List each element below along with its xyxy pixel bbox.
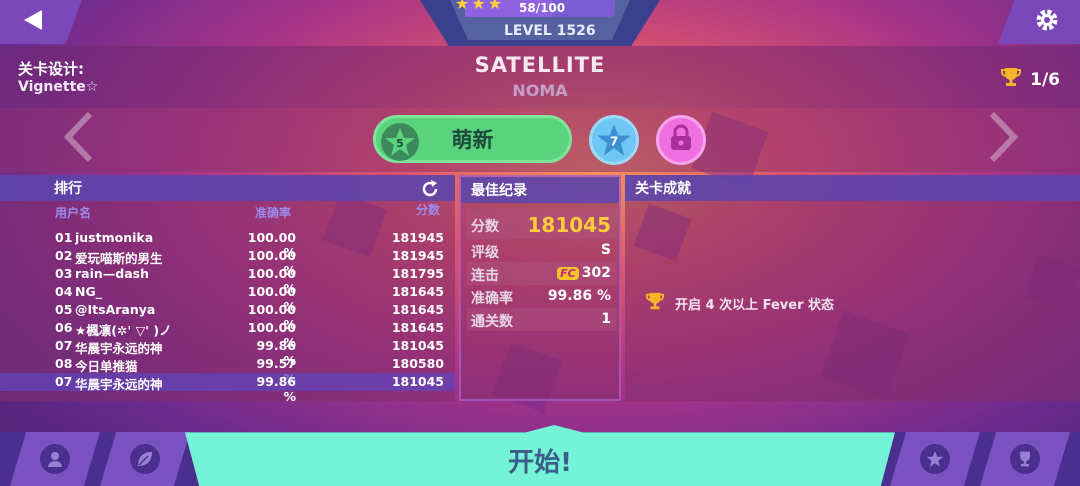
rank-score: 181045 <box>391 338 444 353</box>
designer-label: 关卡设计: <box>18 60 84 78</box>
fc-badge: FC <box>557 267 579 280</box>
best-grade-label: 评级 <box>471 245 499 261</box>
ranking-row[interactable]: 07 华晨宇永远的神 99.86 % 181045 <box>0 337 455 368</box>
rank-accuracy: 99.86 % <box>256 374 296 404</box>
rank-username: @ItsAranya <box>75 302 156 317</box>
ranking-row-mine[interactable]: 07 华晨宇永远的神 99.86 % 181045 <box>0 373 455 404</box>
rank-number: 04 <box>55 284 73 299</box>
col-accuracy: 准确率 <box>255 206 292 220</box>
start-button[interactable]: 开始! <box>185 425 895 486</box>
col-score: 分数 <box>416 203 441 217</box>
song-title: SATELLITE <box>474 53 606 77</box>
ranking-list[interactable]: 01 justmonika 100.00 % 181945 02 爱玩喵斯的男生 100.0… <box>0 229 455 404</box>
trophy-counter: 1/6 <box>1000 66 1060 93</box>
best-grade-value: S <box>600 242 611 258</box>
song-artist: NOMA <box>512 81 568 100</box>
next-level-button[interactable] <box>986 110 1020 175</box>
rank-number: 01 <box>55 230 73 245</box>
rank-score: 181045 <box>391 374 444 389</box>
achievement-text: 开启 4 次以上 Fever 状态 <box>675 297 835 313</box>
achievement-item: 开启 4 次以上 Fever 状态 <box>645 290 834 316</box>
rank-score: 180580 <box>391 356 444 371</box>
ranking-row[interactable]: 03 rain—dash 100.00 % 181795 <box>0 265 455 296</box>
achievement-trophy-icon <box>645 290 665 316</box>
settings-button[interactable] <box>998 0 1080 44</box>
rank-number: 02 <box>55 248 73 263</box>
best-combo-row: 连击 FC 302 <box>467 262 617 285</box>
rank-score: 181945 <box>391 230 444 245</box>
best-clear-row: 通关数 1 <box>467 308 617 331</box>
best-clear-label: 通关数 <box>471 314 513 330</box>
rank-username: NG_ <box>75 284 102 299</box>
designer-name[interactable]: Vignette☆ <box>18 79 98 95</box>
trophy-tab-icon <box>1010 444 1040 474</box>
best-clear-value: 1 <box>601 311 611 327</box>
rank-score: 181945 <box>391 248 444 263</box>
best-acc-row: 准确率 99.86 % <box>467 285 617 308</box>
ranking-row[interactable]: 04 NG_ 100.00 % 181645 <box>0 283 455 314</box>
rank-number: 08 <box>55 356 73 371</box>
ranking-columns: 用户名 准确率 分数 <box>0 203 455 220</box>
ranking-row[interactable]: 02 爱玩喵斯的男生 100.00 % 181945 <box>0 247 455 278</box>
rank-number: 07 <box>55 338 73 353</box>
rank-score: 181645 <box>391 302 444 317</box>
achievements-panel: 关卡成就 <box>625 175 1080 401</box>
rank-username: 华晨宇永远的神 <box>75 377 163 392</box>
trophy-count: 1/6 <box>1030 69 1060 90</box>
star-icon <box>920 444 950 474</box>
level-text: LEVEL 1526 <box>504 23 596 39</box>
rank-number: 03 <box>55 266 73 281</box>
leaf-icon <box>130 444 160 474</box>
difficulty-easy-button[interactable]: 5 萌新 <box>373 115 572 163</box>
col-user: 用户名 <box>55 206 92 220</box>
best-combo-number: 302 <box>581 265 611 281</box>
gear-icon <box>1035 8 1059 36</box>
best-acc-label: 准确率 <box>471 291 513 307</box>
best-score-row: 分数 181045 <box>467 209 617 239</box>
best-combo-value: FC 302 <box>557 265 611 281</box>
rank-score: 181645 <box>391 284 444 299</box>
prev-level-button[interactable] <box>62 110 96 175</box>
best-acc-value: 99.86 % <box>547 288 611 304</box>
rank-username: justmonika <box>75 230 154 245</box>
rank-score: 181645 <box>391 320 444 335</box>
difficulty-locked-button[interactable] <box>656 115 706 165</box>
progress-text: 58/100 <box>519 1 566 15</box>
best-score-value: 181045 <box>527 213 612 237</box>
difficulty-main-label: 萌新 <box>451 128 494 152</box>
rank-score: 181795 <box>391 266 444 281</box>
ranking-panel: 排行 用户名 准确率 分数 01 justmonika 100.00 % 181945… <box>0 175 455 404</box>
user-icon <box>40 444 70 474</box>
ranking-row[interactable]: 01 justmonika 100.00 % 181945 <box>0 229 455 260</box>
ranking-row[interactable]: 06 ★楓凛(✲' ▽' )ノ 100.00 % 181645 <box>0 319 455 350</box>
refresh-icon[interactable] <box>420 179 440 203</box>
difficulty-blue-level: 7 <box>610 135 619 149</box>
back-arrow-icon <box>22 8 44 36</box>
lock-icon <box>668 124 694 156</box>
best-record-panel: 最佳纪录 分数 181045 评级 S 连击 FC 302 准确率 99.86 %… <box>459 175 621 401</box>
best-record-title: 最佳纪录 <box>461 177 619 203</box>
ranking-row[interactable]: 08今日单推猫99.57 %180580 <box>0 355 455 386</box>
progress-stars: ★★★ <box>455 0 505 13</box>
ranking-row[interactable]: 05 @ItsAranya 100.00 % 181645 <box>0 301 455 332</box>
best-score-label: 分数 <box>471 219 499 235</box>
rank-number: 05 <box>55 302 73 317</box>
trophy-icon <box>1000 66 1022 93</box>
difficulty-star-badge: 5 <box>381 123 419 161</box>
rank-number: 07 <box>55 374 73 389</box>
rank-number: 06 <box>55 320 73 335</box>
start-label: 开始! <box>508 448 572 478</box>
ranking-title: 排行 <box>0 175 455 201</box>
back-button[interactable] <box>0 0 82 44</box>
best-combo-label: 连击 <box>471 268 499 284</box>
achievements-title: 关卡成就 <box>625 175 1080 201</box>
rank-username: rain—dash <box>75 266 150 281</box>
difficulty-main-level: 5 <box>396 137 404 150</box>
difficulty-normal-button[interactable]: 7 <box>589 115 639 165</box>
best-grade-row: 评级 S <box>467 239 617 262</box>
